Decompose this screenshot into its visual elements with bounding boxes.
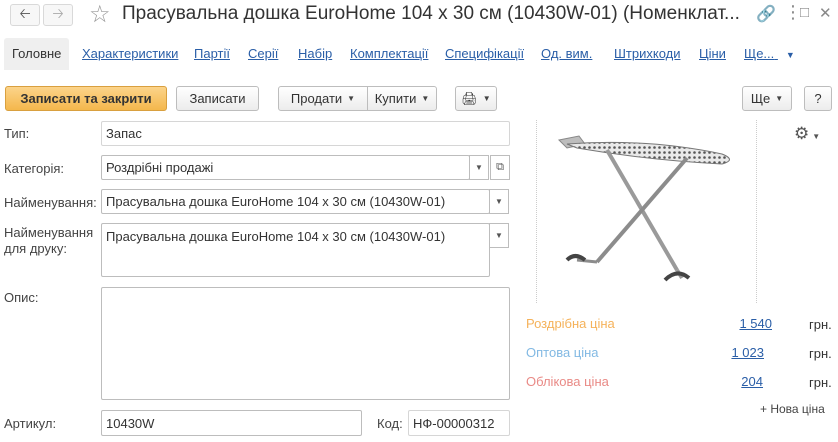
- tab-more-label: Ще...: [744, 46, 775, 61]
- accounting-price-value[interactable]: 204: [713, 374, 763, 389]
- tab-configurations[interactable]: Комплектації: [350, 38, 428, 70]
- print-name-field[interactable]: Прасувальна дошка EuroHome 104 x 30 см (…: [101, 223, 490, 277]
- tab-more[interactable]: Ще... ▼: [744, 38, 795, 70]
- buy-button[interactable]: Купити ▼: [367, 86, 437, 111]
- chevron-down-icon: ▼: [775, 94, 784, 103]
- type-value: Запас: [106, 126, 142, 141]
- new-price-link[interactable]: + Нова ціна: [760, 402, 825, 416]
- code-value: НФ-00000312: [413, 415, 495, 431]
- print-name-label: Найменування для друку:: [4, 225, 93, 257]
- forward-button[interactable]: 🡢: [43, 4, 73, 26]
- article-label: Артикул:: [4, 416, 57, 431]
- tab-batches[interactable]: Партії: [194, 38, 230, 70]
- chevron-down-icon: ▼: [785, 50, 795, 60]
- name-value: Прасувальна дошка EuroHome 104 x 30 см (…: [106, 194, 446, 209]
- maximize-icon[interactable]: □: [800, 4, 809, 21]
- tab-set[interactable]: Набір: [298, 38, 332, 70]
- chevron-down-icon: ▼: [495, 231, 503, 240]
- wholesale-price-unit: грн.: [809, 346, 832, 361]
- wholesale-price-value[interactable]: 1 023: [714, 345, 764, 360]
- sell-button[interactable]: Продати ▼: [278, 86, 368, 111]
- print-name-label-line1: Найменування: [4, 225, 94, 240]
- wholesale-price-label: Оптова ціна: [526, 345, 599, 360]
- help-label: ?: [814, 91, 822, 106]
- description-label: Опис:: [4, 290, 39, 305]
- retail-price-value[interactable]: 1 540: [722, 316, 772, 331]
- close-icon[interactable]: ✕: [819, 4, 832, 22]
- more-label: Ще: [750, 91, 771, 106]
- printer-icon: 🖨: [461, 90, 478, 106]
- chevron-down-icon: ▼: [482, 94, 491, 103]
- type-field: Запас: [101, 121, 510, 146]
- accounting-price-label: Облікова ціна: [526, 374, 609, 389]
- category-dropdown-button[interactable]: ▼: [469, 155, 489, 180]
- name-dropdown-button[interactable]: ▼: [489, 189, 509, 214]
- print-name-label-line2: для друку:: [4, 241, 67, 256]
- retail-price-label: Роздрібна ціна: [526, 316, 615, 331]
- help-button[interactable]: ?: [804, 86, 832, 111]
- sell-label: Продати: [290, 91, 343, 106]
- category-field[interactable]: Роздрібні продажі: [101, 155, 470, 180]
- tab-barcodes[interactable]: Штрихкоди: [614, 38, 681, 70]
- more-button[interactable]: Ще ▼: [742, 86, 792, 111]
- article-field[interactable]: 10430W: [101, 410, 362, 436]
- arrow-left-icon: 🡠: [19, 5, 31, 21]
- page-title: Прасувальна дошка EuroHome 104 x 30 см (…: [122, 3, 740, 24]
- description-textarea[interactable]: [101, 287, 510, 400]
- link-icon[interactable]: 🔗: [756, 4, 776, 24]
- save-label: Записати: [189, 91, 246, 106]
- back-button[interactable]: 🡠: [10, 4, 40, 26]
- tab-units[interactable]: Од. вим.: [541, 38, 592, 70]
- chevron-down-icon: ▼: [495, 197, 503, 206]
- category-label: Категорія:: [4, 161, 65, 176]
- print-name-dropdown-button[interactable]: ▼: [489, 223, 509, 248]
- save-and-close-button[interactable]: Записати та закрити: [5, 86, 167, 111]
- chevron-down-icon: ▼: [421, 94, 430, 103]
- print-button[interactable]: 🖨 ▼: [455, 86, 497, 111]
- tab-series[interactable]: Серії: [248, 38, 278, 70]
- type-label: Тип:: [4, 126, 30, 141]
- chevron-down-icon: ▼: [475, 163, 483, 172]
- ironing-board-image: [557, 135, 730, 282]
- category-value: Роздрібні продажі: [106, 160, 214, 175]
- buy-label: Купити: [374, 91, 417, 106]
- tab-specifications[interactable]: Специфікації: [445, 38, 524, 70]
- arrow-right-icon: 🡢: [52, 5, 64, 21]
- product-image-frame[interactable]: [536, 120, 757, 303]
- code-label: Код:: [377, 416, 403, 431]
- retail-price-unit: грн.: [809, 317, 832, 332]
- gear-icon[interactable]: ⚙ ▼: [794, 124, 820, 144]
- code-field: НФ-00000312: [408, 410, 510, 436]
- tab-characteristics[interactable]: Характеристики: [82, 38, 178, 70]
- tab-prices[interactable]: Ціни: [699, 38, 726, 70]
- category-open-button[interactable]: ⧉: [490, 155, 510, 180]
- favorite-star-icon[interactable]: ☆: [89, 0, 111, 29]
- article-value: 10430W: [106, 415, 155, 431]
- chevron-down-icon: ▼: [347, 94, 356, 103]
- tab-bar: Головне Характеристики Партії Серії Набі…: [4, 38, 834, 70]
- print-name-value: Прасувальна дошка EuroHome 104 x 30 см (…: [106, 229, 446, 244]
- name-field[interactable]: Прасувальна дошка EuroHome 104 x 30 см (…: [101, 189, 490, 214]
- save-button[interactable]: Записати: [176, 86, 259, 111]
- tab-main[interactable]: Головне: [4, 38, 70, 70]
- open-window-icon: ⧉: [496, 161, 504, 173]
- name-label: Найменування:: [4, 195, 97, 210]
- save-and-close-label: Записати та закрити: [20, 91, 152, 106]
- accounting-price-unit: грн.: [809, 375, 832, 390]
